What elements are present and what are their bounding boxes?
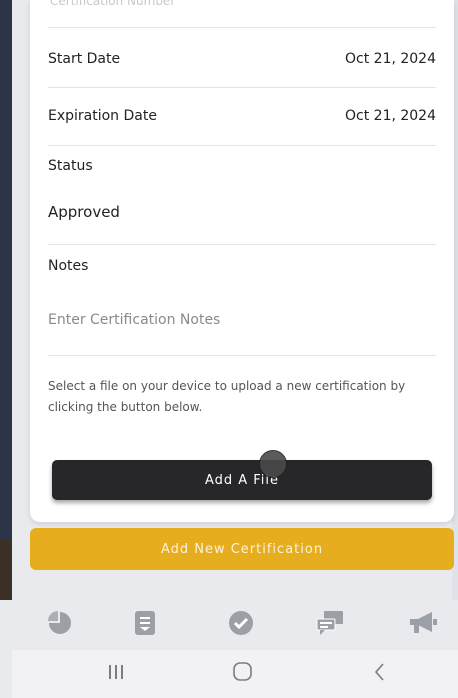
start-date-label: Start Date bbox=[48, 51, 121, 67]
megaphone-icon[interactable] bbox=[408, 608, 438, 638]
status-value[interactable]: Approved bbox=[48, 203, 120, 221]
background-left-bottom bbox=[0, 540, 12, 600]
add-new-certification-button[interactable]: Add New Certification bbox=[30, 528, 454, 570]
divider bbox=[48, 244, 436, 245]
background-left bbox=[0, 0, 12, 600]
divider bbox=[48, 355, 436, 356]
pie-chart-icon[interactable] bbox=[45, 608, 75, 638]
certification-card: Certification Number Start Date Oct 21, … bbox=[30, 0, 454, 522]
expiration-date-label: Expiration Date bbox=[48, 108, 157, 124]
start-date-value[interactable]: Oct 21, 2024 bbox=[345, 51, 436, 67]
home-icon[interactable] bbox=[232, 662, 254, 687]
divider bbox=[48, 87, 436, 88]
divider bbox=[48, 145, 436, 146]
chat-icon[interactable] bbox=[315, 608, 345, 638]
start-date-row: Start Date Oct 21, 2024 bbox=[48, 48, 436, 70]
recent-apps-icon[interactable] bbox=[106, 662, 126, 687]
document-icon[interactable] bbox=[130, 608, 160, 638]
bottom-tab-bar bbox=[12, 590, 458, 650]
notes-label: Notes bbox=[48, 258, 89, 274]
divider bbox=[48, 27, 436, 28]
status-label: Status bbox=[48, 158, 93, 174]
system-navigation-bar bbox=[12, 650, 458, 698]
expiration-date-row: Expiration Date Oct 21, 2024 bbox=[48, 105, 436, 127]
back-icon[interactable] bbox=[370, 662, 390, 687]
certification-number-label: Certification Number bbox=[50, 0, 176, 8]
notes-input[interactable] bbox=[48, 298, 436, 342]
check-circle-icon[interactable] bbox=[226, 608, 256, 638]
touch-indicator bbox=[259, 450, 287, 478]
add-file-button[interactable]: Add A File bbox=[52, 460, 432, 500]
upload-helper-text: Select a file on your device to upload a… bbox=[48, 379, 406, 414]
expiration-date-value[interactable]: Oct 21, 2024 bbox=[345, 108, 436, 124]
